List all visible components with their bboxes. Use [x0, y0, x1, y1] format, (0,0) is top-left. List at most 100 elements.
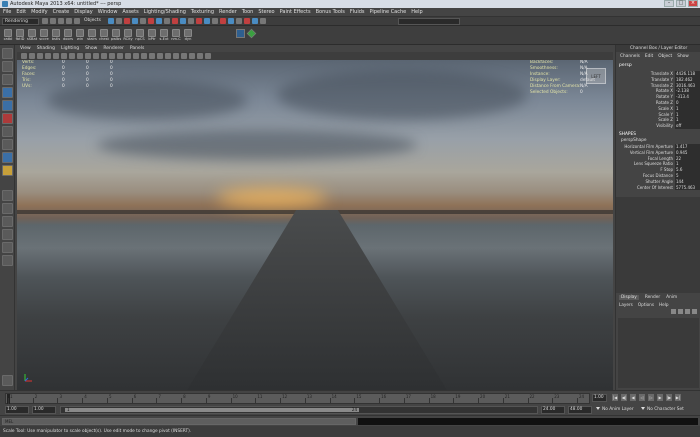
anim-layer-dropdown[interactable]: No Anim Layer	[596, 406, 634, 414]
viewport-toolbar-icon[interactable]	[165, 53, 171, 59]
show-manipulator-icon[interactable]	[2, 152, 13, 163]
layer-menu-layers[interactable]: Layers	[619, 302, 633, 307]
hypershade-layout-icon[interactable]	[2, 242, 13, 253]
viewport-toolbar-icon[interactable]	[101, 53, 107, 59]
menu-texturing[interactable]: Texturing	[191, 9, 214, 15]
viewport-toolbar-icon[interactable]	[93, 53, 99, 59]
shelf-tool-button[interactable]: s-Ext	[159, 29, 169, 42]
viewport-menu-panels[interactable]: Panels	[130, 46, 144, 51]
viewport-toolbar-icon[interactable]	[197, 53, 203, 59]
input-field[interactable]	[398, 18, 460, 25]
current-time-field[interactable]: 1.00	[592, 394, 607, 402]
shelf-tool-button[interactable]: chest	[99, 29, 109, 42]
custom-layout-icon[interactable]	[2, 255, 13, 266]
channel-box-object-name[interactable]: persp	[616, 63, 700, 71]
shelf-tool-button[interactable]: sccre	[39, 29, 49, 42]
select-by-component-icon[interactable]	[124, 18, 130, 24]
viewport-toolbar-icon[interactable]	[61, 53, 67, 59]
viewcube[interactable]: LEFT	[586, 68, 606, 84]
channel-row[interactable]: Center Of Interest 5775.463	[616, 184, 700, 191]
menu-file[interactable]: File	[3, 9, 11, 15]
menu-help[interactable]: Help	[411, 9, 422, 15]
menu-toon[interactable]: Toon	[242, 9, 254, 15]
play-backwards-icon[interactable]: ◁	[639, 394, 645, 401]
channel-label[interactable]: Center Of Interest	[637, 185, 673, 191]
move-tool-icon[interactable]	[2, 87, 13, 98]
viewport-toolbar-icon[interactable]	[69, 53, 75, 59]
mental-ray-icon[interactable]	[260, 18, 266, 24]
channel-row[interactable]: Visibility off	[616, 123, 700, 129]
viewport-menu-renderer[interactable]: Renderer	[103, 46, 124, 51]
viewport-toolbar-icon[interactable]	[157, 53, 163, 59]
minimize-button[interactable]: –	[664, 0, 674, 7]
step-back-frame-icon[interactable]: ◀	[630, 394, 636, 401]
go-to-start-icon[interactable]: |◀	[612, 394, 618, 401]
snap-point-icon[interactable]	[196, 18, 202, 24]
menu-bonus-tools[interactable]: Bonus Tools	[316, 9, 345, 15]
layer-menu-options[interactable]: Options	[638, 302, 654, 307]
mask-icon[interactable]	[164, 18, 170, 24]
undo-icon[interactable]	[66, 18, 72, 24]
redo-icon[interactable]	[74, 18, 80, 24]
viewport-toolbar-icon[interactable]	[85, 53, 91, 59]
channel-box-tab-object[interactable]: Object	[658, 54, 672, 59]
persp-outliner-layout-icon[interactable]	[2, 216, 13, 227]
viewport-toolbar-icon[interactable]	[181, 53, 187, 59]
save-scene-icon[interactable]	[58, 18, 64, 24]
hypershade-icon[interactable]	[244, 18, 250, 24]
playback-start-field[interactable]: 1.00	[32, 406, 56, 414]
viewport-toolbar-icon[interactable]	[149, 53, 155, 59]
menu-display[interactable]: Display	[74, 9, 92, 15]
shelf-tool-button[interactable]: pwlbs	[111, 29, 121, 42]
shelf-tool-button[interactable]: npCS	[135, 29, 145, 42]
layer-tab-display[interactable]: Display	[619, 294, 639, 300]
shelf-tool-button[interactable]: fbtlD	[15, 29, 25, 42]
history-icon[interactable]	[212, 18, 218, 24]
render-settings-icon[interactable]	[236, 18, 242, 24]
viewport-toolbar-icon[interactable]	[37, 53, 43, 59]
lasso-tool-icon[interactable]	[2, 61, 13, 72]
viewport-toolbar-icon[interactable]	[117, 53, 123, 59]
mask-icon[interactable]	[148, 18, 154, 24]
character-set-dropdown[interactable]: No Character Set	[641, 406, 684, 414]
menu-lighting-shading[interactable]: Lighting/Shading	[144, 9, 186, 15]
step-back-key-icon[interactable]: ◀|	[621, 394, 627, 401]
snap-curve-icon[interactable]	[188, 18, 194, 24]
viewport-toolbar-icon[interactable]	[189, 53, 195, 59]
move-layer-up-icon[interactable]	[671, 309, 676, 314]
layer-tab-anim[interactable]: Anim	[666, 295, 677, 300]
layer-list[interactable]	[618, 318, 699, 388]
viewport-toolbar-icon[interactable]	[21, 53, 27, 59]
shelf-tool-button[interactable]: sSBat	[27, 29, 37, 42]
scale-tool-icon[interactable]	[2, 113, 13, 124]
close-button[interactable]: ×	[688, 0, 698, 7]
persp-graph-layout-icon[interactable]	[2, 229, 13, 240]
viewport-menu-show[interactable]: Show	[85, 46, 97, 51]
shelf-tool-button[interactable]: win	[75, 29, 85, 42]
viewport-toolbar-icon[interactable]	[53, 53, 59, 59]
mask-icon[interactable]	[132, 18, 138, 24]
step-forward-key-icon[interactable]: |▶	[666, 394, 672, 401]
channel-box-tab-show[interactable]: Show	[677, 54, 689, 59]
layer-tab-render[interactable]: Render	[645, 295, 660, 300]
snap-plane-icon[interactable]	[204, 18, 210, 24]
animation-end-field[interactable]: 48.00	[568, 406, 592, 414]
single-perspective-layout-icon[interactable]	[2, 190, 13, 201]
go-to-end-icon[interactable]: ▶|	[675, 394, 681, 401]
playback-end-field[interactable]: 24.00	[541, 406, 565, 414]
menu-window[interactable]: Window	[98, 9, 118, 15]
menu-edit[interactable]: Edit	[16, 9, 26, 15]
shelf-tool-button[interactable]: dyn	[183, 29, 193, 42]
menu-modify[interactable]: Modify	[31, 9, 48, 15]
viewport-toolbar-icon[interactable]	[29, 53, 35, 59]
shelf-tool-button[interactable]: doors	[63, 29, 73, 42]
viewport-toolbar-icon[interactable]	[173, 53, 179, 59]
command-input[interactable]: MEL	[2, 418, 356, 425]
menu-fluids[interactable]: Fluids	[350, 9, 365, 15]
rotate-tool-icon[interactable]	[2, 100, 13, 111]
menu-paint-effects[interactable]: Paint Effects	[280, 9, 311, 15]
viewport-toolbar-icon[interactable]	[77, 53, 83, 59]
shelf-tool-button[interactable]: RCity	[123, 29, 133, 42]
time-slider-track[interactable]: 1 2 3 4 5 6 7 8 9 10 11 12 13 14 15 16 17 18 19 20 21 22 23 24	[5, 393, 590, 404]
channel-value-field[interactable]: 5775.463	[675, 184, 700, 191]
